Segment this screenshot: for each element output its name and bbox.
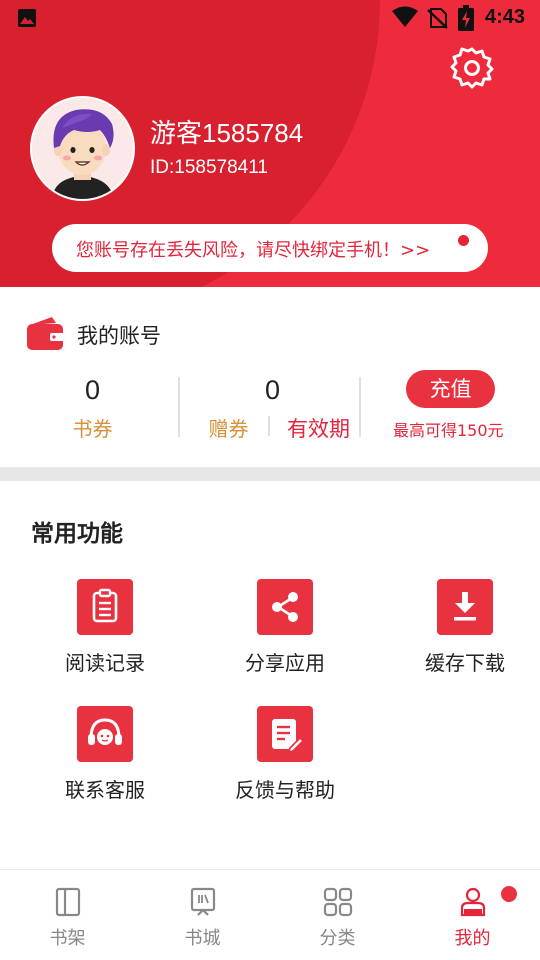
profile-header: 4:43 游客1585784 ID:158578411 您账号存在丢失风险，请尽…: [0, 0, 540, 287]
account-title: 我的账号: [77, 324, 161, 348]
divider: [178, 377, 180, 437]
function-label: 反馈与帮助: [235, 778, 335, 802]
validity-link[interactable]: 有效期: [287, 413, 350, 443]
recharge-button[interactable]: 充值: [406, 370, 495, 408]
warning-text: 您账号存在丢失风险，请尽快绑定手机！>>: [76, 240, 431, 261]
feedback-icon: [257, 706, 313, 762]
divider: [359, 377, 361, 437]
tab-bookstore[interactable]: 书城: [135, 870, 270, 960]
functions-title: 常用功能: [31, 521, 123, 547]
share-icon: [257, 579, 313, 635]
bind-phone-warning[interactable]: 您账号存在丢失风险，请尽快绑定手机！>>: [52, 224, 488, 272]
avatar[interactable]: [30, 96, 135, 201]
no-signal-icon: [427, 8, 448, 29]
gear-icon[interactable]: [450, 45, 494, 89]
tab-label: 我的: [454, 928, 491, 949]
share-app-button[interactable]: 分享应用: [195, 579, 375, 689]
tab-label: 分类: [319, 928, 356, 949]
book-coupon-count: 0: [84, 375, 101, 405]
bottom-navigation: 书架 书城 分类 我的: [0, 869, 540, 960]
gallery-icon: [18, 9, 36, 27]
bookstore-icon: [190, 887, 216, 916]
tab-category[interactable]: 分类: [270, 870, 405, 960]
download-icon: [437, 579, 493, 635]
clipboard-icon: [77, 579, 133, 635]
notification-dot: [458, 235, 469, 246]
profile-icon: [460, 887, 486, 917]
function-label: 阅读记录: [65, 651, 145, 675]
avatar-image: [32, 98, 133, 199]
recharge-note: 最高可得150元: [393, 421, 504, 440]
function-label: 缓存下载: [425, 651, 505, 675]
bookshelf-icon: [55, 887, 81, 917]
battery-charging-icon: [458, 5, 474, 31]
feedback-help-button[interactable]: 反馈与帮助: [195, 706, 375, 816]
wifi-icon: [392, 6, 418, 27]
account-section: 我的账号 0 书券 0 赠券 有效期 充值 最高可得150元: [0, 287, 540, 467]
book-coupon-label[interactable]: 书券: [60, 413, 125, 442]
function-label: 联系客服: [65, 778, 145, 802]
section-separator: [0, 467, 540, 481]
notification-badge: [501, 886, 517, 902]
function-label: 分享应用: [245, 651, 325, 675]
username: 游客1585784: [150, 118, 304, 148]
status-bar: 4:43: [0, 0, 540, 38]
gift-coupon-count: 0: [264, 375, 281, 405]
tab-label: 书城: [184, 928, 221, 949]
headset-icon: [77, 706, 133, 762]
reading-history-button[interactable]: 阅读记录: [15, 579, 195, 689]
user-id: ID:158578411: [150, 157, 268, 178]
tab-profile[interactable]: 我的: [405, 870, 540, 960]
tab-bookshelf[interactable]: 书架: [0, 870, 135, 960]
gift-coupon-label[interactable]: 赠券: [196, 413, 261, 442]
divider: [268, 416, 270, 436]
status-time: 4:43: [485, 6, 526, 28]
tab-label: 书架: [49, 928, 86, 949]
cache-download-button[interactable]: 缓存下载: [375, 579, 540, 689]
category-icon: [323, 887, 353, 917]
wallet-icon: [27, 317, 64, 350]
contact-support-button[interactable]: 联系客服: [15, 706, 195, 816]
